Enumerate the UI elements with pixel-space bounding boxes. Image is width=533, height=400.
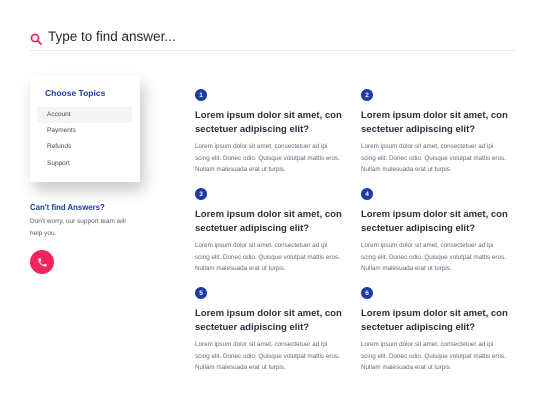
search-icon[interactable] <box>30 32 44 46</box>
topic-item-account[interactable]: Account <box>37 107 132 123</box>
faq-item: 1 Lorem ipsum dolor sit amet, con sectet… <box>195 89 345 173</box>
faq-answer: Lorem ipsum dolor sit amet, consectetuer… <box>361 242 506 272</box>
faq-question: Lorem ipsum dolor sit amet, con sectetue… <box>361 110 508 135</box>
faq-number-badge: 5 <box>195 287 207 299</box>
faq-number-badge: 1 <box>195 89 207 101</box>
search-bar[interactable] <box>30 26 515 51</box>
topics-card: Choose Topics Account Payments Refunds S… <box>30 76 140 182</box>
faq-question: Lorem ipsum dolor sit amet, con sectetue… <box>195 308 342 333</box>
phone-icon <box>37 257 47 267</box>
faq-question: Lorem ipsum dolor sit amet, con sectetue… <box>195 209 342 234</box>
faq-answer: Lorem ipsum dolor sit amet, consectetuer… <box>195 242 340 272</box>
call-support-button[interactable] <box>30 250 54 274</box>
faq-number-badge: 4 <box>361 188 373 200</box>
faq-answer: Lorem ipsum dolor sit amet, consectetuer… <box>361 341 506 371</box>
topic-item-payments[interactable]: Payments <box>37 123 132 139</box>
faq-item: 4 Lorem ipsum dolor sit amet, con sectet… <box>361 188 511 272</box>
topic-item-refunds[interactable]: Refunds <box>37 139 132 155</box>
faq-answer: Lorem ipsum dolor sit amet, consectetuer… <box>195 143 340 173</box>
faq-question: Lorem ipsum dolor sit amet, con sectetue… <box>195 110 342 135</box>
topic-item-support[interactable]: Support <box>37 156 132 172</box>
faq-number-badge: 3 <box>195 188 207 200</box>
faq-item: 5 Lorem ipsum dolor sit amet, con sectet… <box>195 287 345 371</box>
faq-answer: Lorem ipsum dolor sit amet, consectetuer… <box>195 341 340 371</box>
faq-number-badge: 6 <box>361 287 373 299</box>
help-text: Don't worry, our support team will help … <box>30 218 126 237</box>
faq-item: 6 Lorem ipsum dolor sit amet, con sectet… <box>361 287 511 371</box>
search-input[interactable] <box>48 26 488 46</box>
faq-question: Lorem ipsum dolor sit amet, con sectetue… <box>361 209 508 234</box>
faq-item: 3 Lorem ipsum dolor sit amet, con sectet… <box>195 188 345 272</box>
faq-question: Lorem ipsum dolor sit amet, con sectetue… <box>361 308 508 333</box>
faq-item: 2 Lorem ipsum dolor sit amet, con sectet… <box>361 89 511 173</box>
topics-title: Choose Topics <box>45 88 106 98</box>
help-title: Can't find Answers? <box>30 203 105 212</box>
faq-answer: Lorem ipsum dolor sit amet, consectetuer… <box>361 143 506 173</box>
faq-number-badge: 2 <box>361 89 373 101</box>
